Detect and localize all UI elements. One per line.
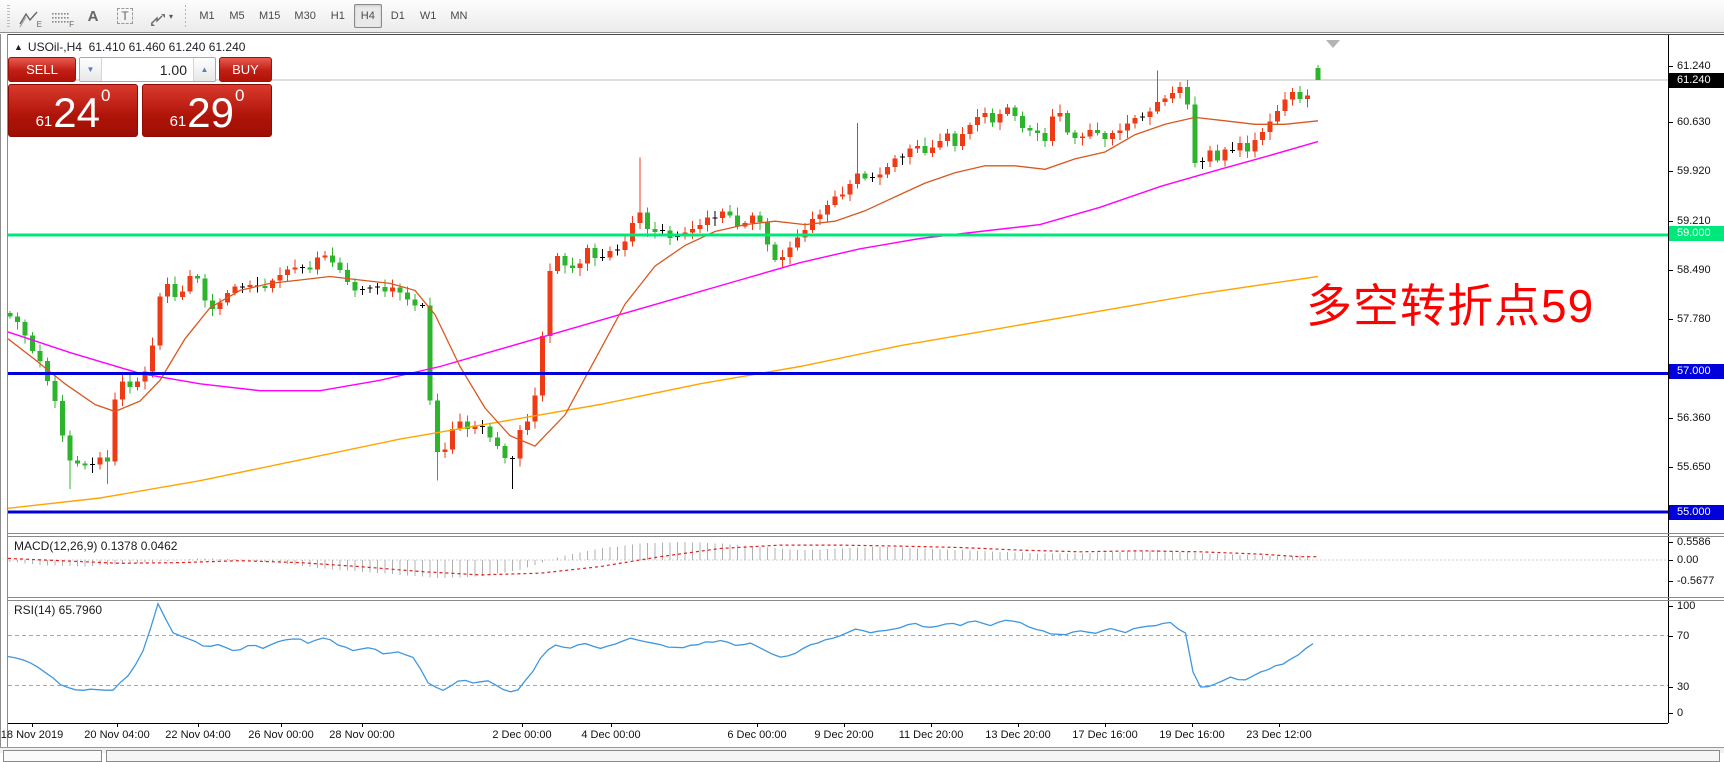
chart-tab-bar[interactable] bbox=[106, 750, 1720, 762]
date-tick-label: 22 Nov 04:00 bbox=[165, 729, 230, 741]
chart-tab[interactable] bbox=[3, 750, 102, 762]
volume-increase-button[interactable]: ▲ bbox=[193, 58, 215, 81]
buy-price-point: 0 bbox=[235, 87, 244, 104]
buy-price-box[interactable]: 61 29 0 bbox=[142, 84, 272, 137]
date-tick-label: 4 Dec 00:00 bbox=[581, 729, 640, 741]
date-tick-label: 17 Dec 16:00 bbox=[1072, 729, 1137, 741]
macd-label: MACD(12,26,9) 0.1378 0.0462 bbox=[14, 539, 177, 553]
macd-scale-label: -0.5677 bbox=[1677, 574, 1723, 589]
buy-button[interactable]: BUY bbox=[219, 57, 272, 82]
date-tick-label: 19 Dec 16:00 bbox=[1159, 729, 1224, 741]
date-tick-label: 28 Nov 00:00 bbox=[329, 729, 394, 741]
price-tick-label: 59.920 bbox=[1677, 164, 1723, 179]
volume-decrease-button[interactable]: ▼ bbox=[80, 58, 102, 81]
bottom-tab-strip bbox=[0, 747, 1724, 753]
price-tick-label: 56.360 bbox=[1677, 411, 1723, 426]
volume-stepper: ▼ ▲ bbox=[79, 57, 216, 82]
rsi-scale-label: 100 bbox=[1677, 599, 1723, 614]
rsi-label: RSI(14) 65.7960 bbox=[14, 603, 102, 617]
sell-price-pips: 24 bbox=[53, 94, 100, 132]
rsi-scale-label: 70 bbox=[1677, 629, 1723, 644]
date-tick-label: 9 Dec 20:00 bbox=[814, 729, 873, 741]
rsi-scale-label: 0 bbox=[1677, 706, 1723, 721]
date-tick-label: 6 Dec 00:00 bbox=[727, 729, 786, 741]
rsi-scale-label: 30 bbox=[1677, 680, 1723, 695]
price-tag-label: 57.000 bbox=[1669, 364, 1724, 379]
price-tag-label: 59.000 bbox=[1669, 226, 1724, 241]
one-click-trade-panel: SELL ▼ ▲ BUY 61 24 0 61 29 0 bbox=[8, 57, 272, 137]
sell-price-whole: 61 bbox=[36, 114, 53, 129]
sell-price-box[interactable]: 61 24 0 bbox=[8, 84, 138, 137]
date-tick-label: 18 Nov 2019 bbox=[1, 729, 63, 741]
price-tick-label: 58.490 bbox=[1677, 263, 1723, 278]
price-tag-label: 55.000 bbox=[1669, 505, 1724, 520]
price-tick-label: 61.240 bbox=[1677, 59, 1723, 74]
price-tag-label: 61.240 bbox=[1669, 73, 1724, 88]
price-tick-label: 55.650 bbox=[1677, 460, 1723, 475]
price-tick-label: 57.780 bbox=[1677, 312, 1723, 327]
chart-title: ▲USOil-,H4 61.410 61.460 61.240 61.240 bbox=[14, 40, 245, 54]
date-tick-label: 20 Nov 04:00 bbox=[84, 729, 149, 741]
buy-price-whole: 61 bbox=[170, 114, 187, 129]
price-tick-label: 60.630 bbox=[1677, 115, 1723, 130]
date-tick-label: 23 Dec 12:00 bbox=[1246, 729, 1311, 741]
buy-price-pips: 29 bbox=[187, 94, 234, 132]
date-tick-label: 13 Dec 20:00 bbox=[985, 729, 1050, 741]
date-tick-label: 26 Nov 00:00 bbox=[248, 729, 313, 741]
volume-input[interactable] bbox=[102, 58, 193, 81]
chart-annotation-text: 多空转折点59 bbox=[1306, 270, 1594, 336]
window-left-border bbox=[0, 34, 8, 753]
sell-button[interactable]: SELL bbox=[8, 57, 76, 82]
macd-scale-label: 0.00 bbox=[1677, 553, 1723, 568]
date-tick-label: 11 Dec 20:00 bbox=[899, 729, 964, 741]
trading-platform-window: { "toolbar": { "icons": [ {"name": "indi… bbox=[0, 0, 1724, 753]
symbol-arrow-icon: ▲ bbox=[14, 42, 23, 52]
macd-scale-label: 0.5586 bbox=[1677, 535, 1723, 550]
date-tick-label: 2 Dec 00:00 bbox=[492, 729, 551, 741]
sell-price-point: 0 bbox=[101, 87, 110, 104]
